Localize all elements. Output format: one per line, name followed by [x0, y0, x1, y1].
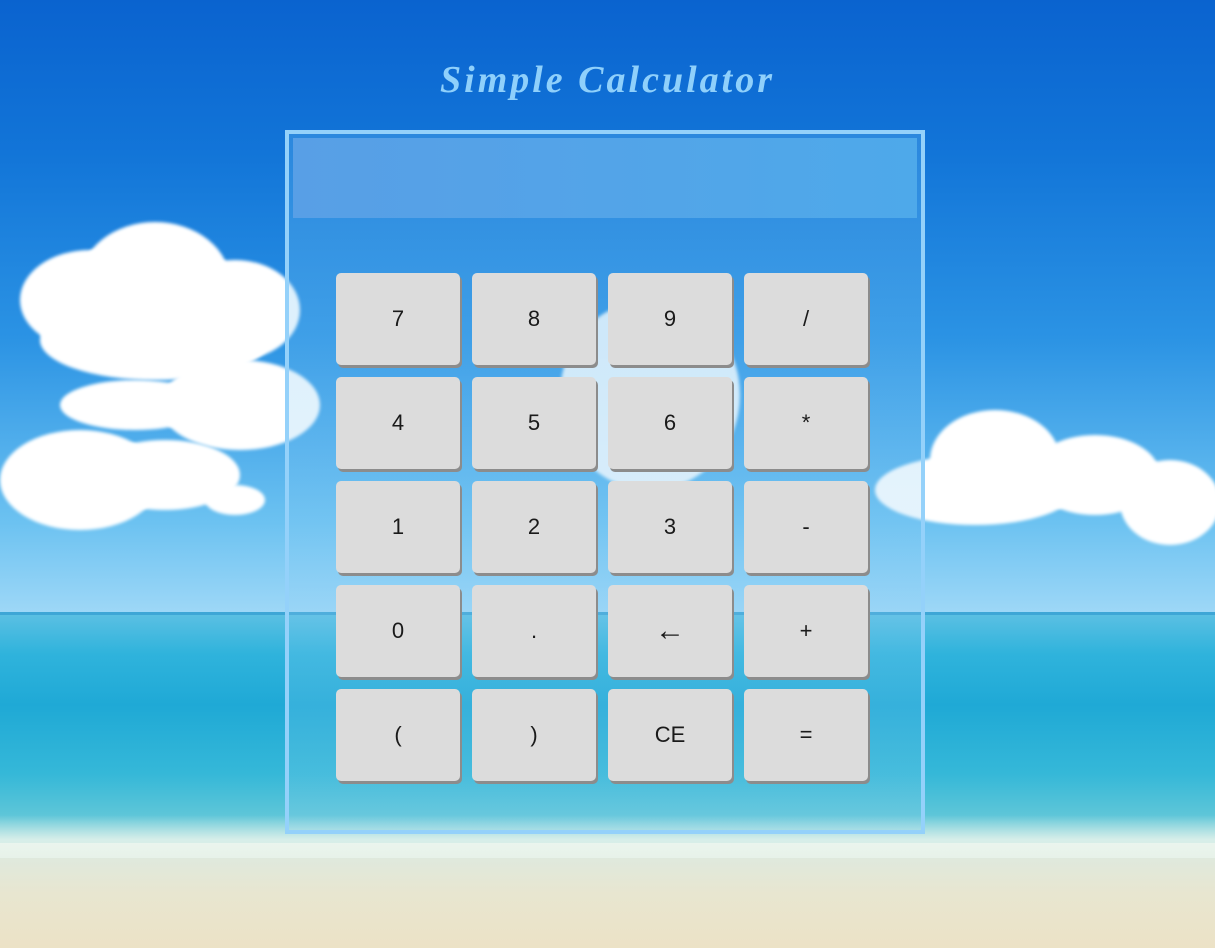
key-0-button[interactable]: 0 — [336, 585, 460, 677]
key-decimal-button[interactable]: . — [472, 585, 596, 677]
key-equals-button[interactable]: = — [744, 689, 868, 781]
key-divide-button[interactable]: / — [744, 273, 868, 365]
key-7-button[interactable]: 7 — [336, 273, 460, 365]
key-backspace-button[interactable]: ← — [608, 585, 732, 677]
key-9-button[interactable]: 9 — [608, 273, 732, 365]
key-subtract-button[interactable]: - — [744, 481, 868, 573]
key-1-button[interactable]: 1 — [336, 481, 460, 573]
page-title: Simple Calculator — [440, 59, 775, 101]
key-multiply-button[interactable]: * — [744, 377, 868, 469]
keypad: 7 8 9/ 4 5 6 * 1 2 3- 0. ← + () CE = — [336, 273, 868, 781]
cloud — [1120, 460, 1215, 545]
key-6-button[interactable]: 6 — [608, 377, 732, 469]
calculator-frame: 7 8 9/ 4 5 6 * 1 2 3- 0. ← + () CE = — [285, 130, 925, 834]
calculator-display[interactable] — [293, 138, 917, 218]
key-open-paren-button[interactable]: ( — [336, 689, 460, 781]
key-clear-entry-button[interactable]: CE — [608, 689, 732, 781]
key-8-button[interactable]: 8 — [472, 273, 596, 365]
key-5-button[interactable]: 5 — [472, 377, 596, 469]
key-3-button[interactable]: 3 — [608, 481, 732, 573]
cloud — [205, 485, 265, 515]
key-close-paren-button[interactable]: ) — [472, 689, 596, 781]
key-4-button[interactable]: 4 — [336, 377, 460, 469]
sand — [0, 858, 1215, 948]
key-2-button[interactable]: 2 — [472, 481, 596, 573]
key-add-button[interactable]: + — [744, 585, 868, 677]
